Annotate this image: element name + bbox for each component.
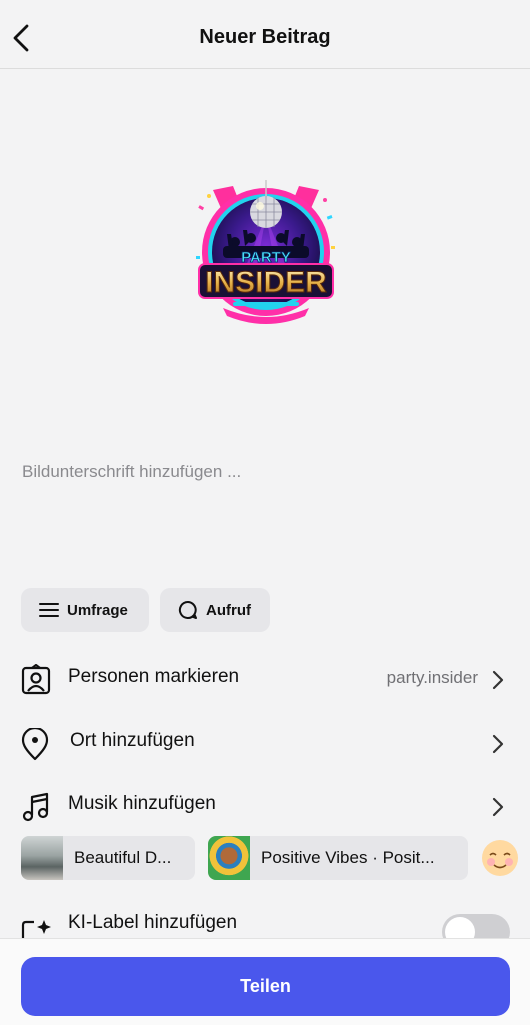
album-cover	[208, 836, 250, 880]
prompt-chip-label: Aufruf	[206, 601, 251, 619]
music-suggestion[interactable]: Positive Vibes · Posit...	[208, 836, 468, 880]
chevron-right-icon	[492, 670, 504, 690]
post-image-thumbnail[interactable]: PARTY INSIDER	[193, 176, 339, 326]
tag-person-icon	[21, 664, 51, 695]
speech-bubble-icon	[178, 600, 197, 619]
add-location-label: Ort hinzufügen	[70, 730, 195, 751]
album-cover	[21, 836, 63, 880]
tag-people-row[interactable]: Personen markieren party.insider	[0, 654, 530, 704]
tag-people-label: Personen markieren	[68, 666, 240, 687]
chevron-right-icon	[492, 797, 504, 817]
smiling-face-emoji-icon[interactable]	[480, 838, 520, 878]
poll-chip-label: Umfrage	[67, 601, 128, 619]
music-suggestion[interactable]: Beautiful D...	[21, 836, 195, 880]
tagged-account: party.insider	[386, 668, 478, 687]
location-pin-icon	[21, 728, 49, 761]
add-music-label: Musik hinzufügen	[68, 793, 216, 814]
ai-label-text: KI-Label hinzufügen	[68, 912, 238, 933]
top-bar: Neuer Beitrag	[0, 0, 530, 69]
music-suggestion-title: Positive Vibes · Posit...	[261, 848, 435, 867]
poll-chip[interactable]: Umfrage	[21, 588, 149, 632]
music-suggestion-title: Beautiful D...	[74, 848, 172, 867]
add-music-row[interactable]: Musik hinzufügen	[0, 781, 530, 831]
page-title: Neuer Beitrag	[199, 26, 331, 48]
music-note-icon	[22, 792, 49, 822]
add-location-row[interactable]: Ort hinzufügen	[0, 718, 530, 768]
caption-input[interactable]: Bildunterschrift hinzufügen ...	[22, 462, 241, 482]
logo-text-main: INSIDER	[205, 266, 327, 299]
chevron-right-icon	[492, 734, 504, 754]
list-icon	[39, 603, 59, 617]
prompt-chip[interactable]: Aufruf	[160, 588, 270, 632]
share-button[interactable]: Teilen	[21, 957, 510, 1016]
